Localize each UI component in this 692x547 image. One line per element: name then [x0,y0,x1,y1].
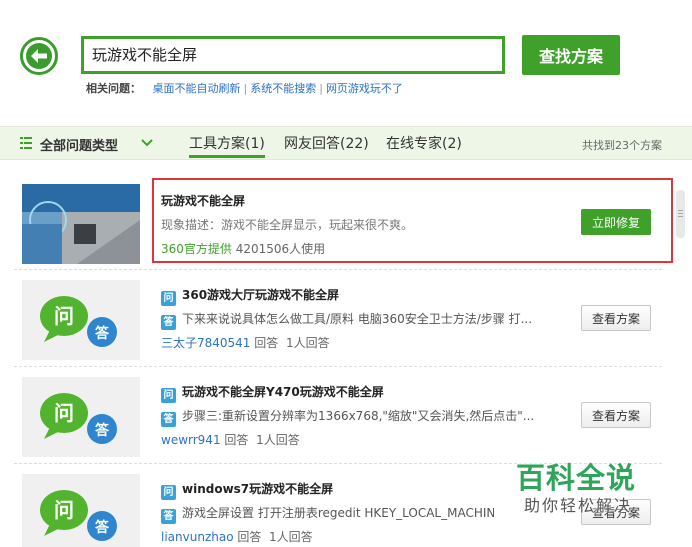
related-separator: | [243,82,248,95]
question-badge: 问 [161,291,176,306]
related-link[interactable]: 系统不能搜索 [250,82,316,95]
answer-count: 1人回答 [285,336,330,350]
svg-text:问: 问 [54,304,74,328]
tab-answers[interactable]: 网友回答(22) [284,134,369,158]
watermark-subtitle: 助你轻松解决 [524,496,633,515]
qa-bubble-icon: 问 答 [22,474,140,547]
qa-bubble-icon: 问 答 [22,377,140,457]
user-link[interactable]: lianvunzhao [161,530,234,544]
result-meta: 360官方提供 4201506人使用 [161,240,325,257]
question-badge: 问 [161,388,176,403]
filter-bar: 全部问题类型 工具方案(1) 网友回答(22) 在线专家(2) 共找到23个方案 [0,126,692,160]
svg-text:问: 问 [54,401,74,425]
result-meta: lianvunzhao 回答 1人回答 [161,530,313,544]
result-answer: 答下来来说说具体怎么做工具/原料 电脑360安全卫士方法/步骤 打... [161,310,541,330]
user-link[interactable]: 三太子7840541 [161,336,250,350]
related-questions: 相关问题： 桌面不能自动刷新 | 系统不能搜索 | 网页游戏玩不了 [86,80,403,96]
result-description: 现象描述：游戏不能全屏显示，玩起来很不爽。 [161,218,414,232]
related-link[interactable]: 网页游戏玩不了 [326,82,403,95]
search-button[interactable]: 查找方案 [522,35,620,75]
watermark-title: 百科全说 [516,461,637,495]
list-item[interactable]: 玩游戏不能全屏 现象描述：游戏不能全屏显示，玩起来很不爽。 360官方提供 42… [14,174,673,270]
result-title[interactable]: 玩游戏不能全屏 [161,192,245,209]
result-answer: 答步骤三:重新设置分辨率为1366x768,"缩放"又会消失,然后点击"... [161,407,541,427]
svg-text:答: 答 [95,519,110,536]
list-item[interactable]: 问 答 问 360游戏大厅玩游戏不能全屏 答下来来说说具体怎么做工具/原料 电脑3… [14,270,662,367]
svg-text:问: 问 [54,498,74,522]
related-label: 相关问题： [86,82,141,95]
provider: 360官方提供 [161,242,232,256]
answer-count: 1人回答 [256,433,300,447]
result-title[interactable]: 问玩游戏不能全屏Y470玩游戏不能全屏 [161,383,384,403]
qa-bubble-icon: 问 答 [22,280,140,360]
result-count: 共找到23个方案 [582,139,662,152]
back-button[interactable] [20,37,58,75]
svg-text:答: 答 [95,422,110,439]
svg-text:答: 答 [95,325,110,342]
watermark: 百科全说 助你轻松解决 [494,447,654,547]
usage-count: 4201506人使用 [235,242,326,256]
question-badge: 问 [161,485,176,500]
answer-badge: 答 [161,315,176,330]
thumbnail-image [22,184,140,264]
chevron-down-icon[interactable] [140,136,154,150]
related-separator: | [319,82,323,95]
fix-now-button[interactable]: 立即修复 [581,209,651,235]
answer-badge: 答 [161,412,176,427]
result-answer: 答游戏全屏设置 打开注册表regedit HKEY_LOCAL_MACHINE [161,504,494,524]
list-icon [20,137,32,149]
result-meta: wewrr941 回答 1人回答 [161,433,300,447]
search-input[interactable]: 玩游戏不能全屏 [81,36,505,74]
result-meta: 三太子7840541 回答 1人回答 [161,336,330,350]
related-link[interactable]: 桌面不能自动刷新 [153,82,241,95]
all-types-dropdown[interactable]: 全部问题类型 [40,135,118,154]
scrollbar[interactable] [676,190,685,238]
user-link[interactable]: wewrr941 [161,433,221,447]
view-solution-button[interactable]: 查看方案 [581,402,651,428]
tab-tools[interactable]: 工具方案(1) [189,134,265,158]
answer-badge: 答 [161,509,176,524]
arrow-left-icon [26,43,52,69]
result-title[interactable]: 问 windows7玩游戏不能全屏 [161,480,333,500]
answer-count: 1人回答 [269,530,313,544]
view-solution-button[interactable]: 查看方案 [581,305,651,331]
result-title[interactable]: 问 360游戏大厅玩游戏不能全屏 [161,286,339,306]
tab-experts[interactable]: 在线专家(2) [386,134,462,158]
